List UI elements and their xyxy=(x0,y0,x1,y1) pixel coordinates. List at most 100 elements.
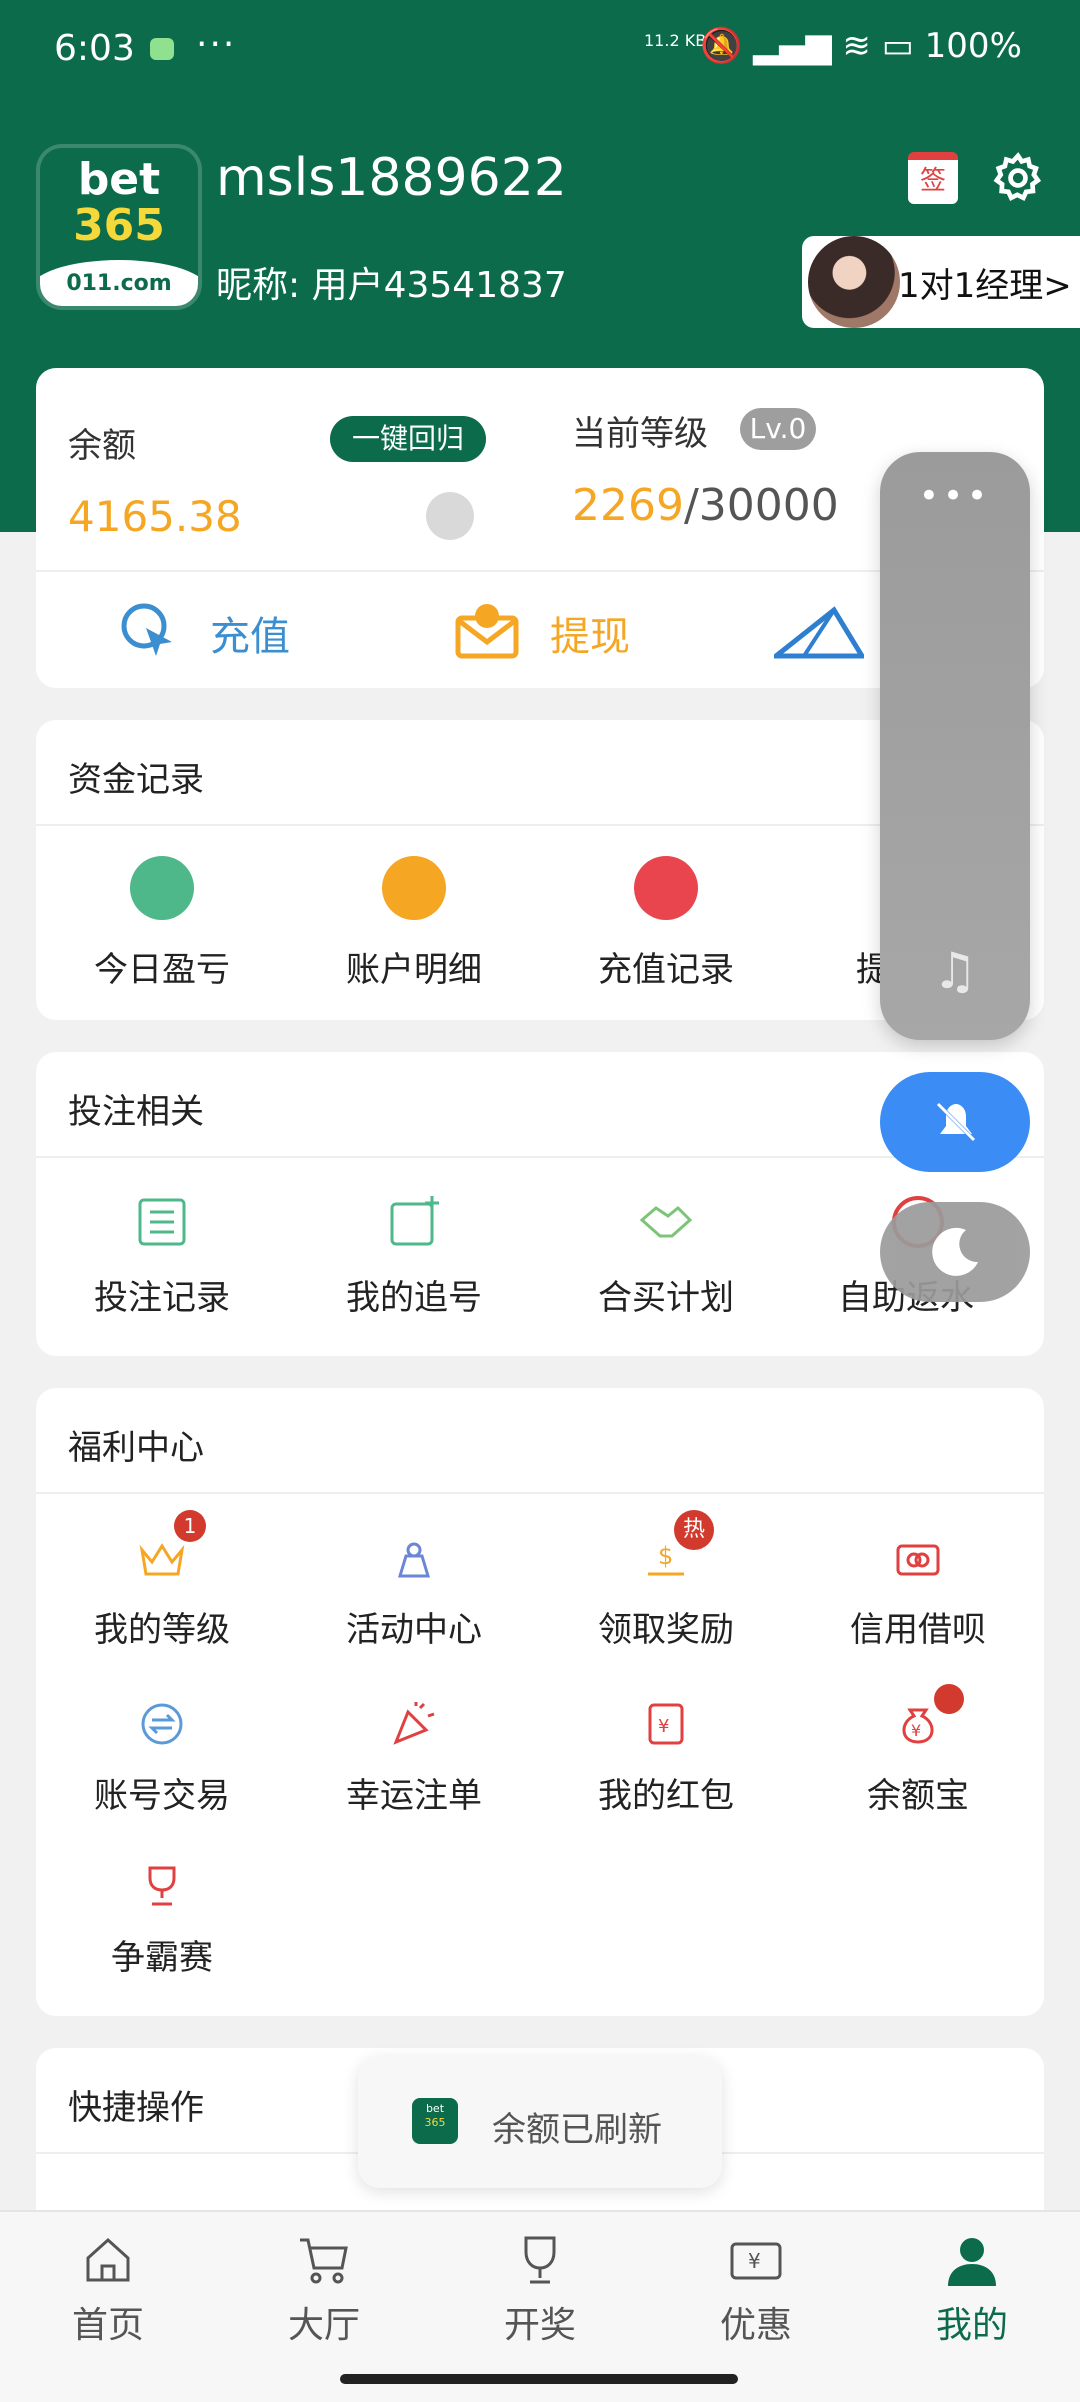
svg-text:¥: ¥ xyxy=(658,1716,669,1737)
cart-icon xyxy=(300,2238,348,2284)
nav-draw[interactable]: 开奖 xyxy=(432,2232,648,2348)
bell-off-icon xyxy=(934,1100,978,1144)
recharge-label: 充值 xyxy=(210,614,290,660)
tournament-item[interactable]: 争霸赛 xyxy=(36,1864,288,1979)
coins-icon xyxy=(634,856,698,920)
one-click-return-button[interactable]: 一键回归 xyxy=(330,416,486,462)
betting-section-title: 投注相关 xyxy=(68,1092,204,1132)
my-chase-label: 我的追号 xyxy=(346,1278,482,1318)
funds-section-title: 资金记录 xyxy=(68,760,204,800)
status-icons: 🔕 ▂▄▆ ≋ ▭ 100% xyxy=(700,26,1022,66)
nav-home[interactable]: 首页 xyxy=(0,2232,216,2348)
welfare-section-title: 福利中心 xyxy=(68,1428,204,1468)
account-detail-label: 账户明细 xyxy=(346,950,482,990)
hot-badge: 热 xyxy=(674,1510,714,1550)
account-manager-button[interactable]: 1对1经理> xyxy=(802,236,1080,328)
floating-media-panel[interactable]: ••• ♫ xyxy=(880,452,1030,1040)
my-chase-item[interactable]: 我的追号 xyxy=(288,1196,540,1319)
credit-loan-label: 信用借呗 xyxy=(850,1610,986,1650)
balance-treasure-label: 余额宝 xyxy=(867,1776,969,1816)
recharge-record-item[interactable]: 充值记录 xyxy=(540,856,792,991)
level-progress: 2269/30000 xyxy=(572,480,839,531)
group-buy-label: 合买计划 xyxy=(598,1278,734,1318)
logo-text-mid: 365 xyxy=(73,200,165,251)
activity-center-label: 活动中心 xyxy=(346,1610,482,1650)
status-time: 6:03 xyxy=(54,28,135,69)
level-label: 当前等级 xyxy=(572,414,708,454)
lucky-bet-label: 幸运注单 xyxy=(346,1776,482,1816)
account-trade-item[interactable]: 账号交易 xyxy=(36,1702,288,1817)
logo-text-bottom: 011.com xyxy=(40,260,198,306)
my-level-item[interactable]: 1 我的等级 xyxy=(36,1510,288,1651)
balance-label: 余额 xyxy=(68,426,136,466)
nickname[interactable]: 昵称: 用户43541837 xyxy=(216,256,567,308)
home-icon xyxy=(86,2237,130,2282)
more-options-icon[interactable]: ••• xyxy=(880,476,1030,516)
my-level-label: 我的等级 xyxy=(94,1610,230,1650)
nav-home-label: 首页 xyxy=(71,2305,144,2346)
level-current: 2269 xyxy=(572,480,684,531)
home-indicator[interactable] xyxy=(340,2374,738,2384)
crown-icon xyxy=(139,1543,185,1576)
nav-lobby-label: 大厅 xyxy=(287,2305,360,2346)
user-icon xyxy=(948,2238,996,2286)
handshake-icon xyxy=(639,1205,693,1238)
nav-draw-label: 开奖 xyxy=(503,2305,576,2346)
withdraw-label: 提现 xyxy=(550,614,630,660)
balance-treasure-item[interactable]: ¥ 余额宝 xyxy=(792,1684,1044,1817)
trophy-icon xyxy=(524,2236,556,2284)
wifi-icon: ≋ xyxy=(842,26,871,66)
level-badge: Lv.0 xyxy=(740,408,816,450)
activity-center-item[interactable]: 活动中心 xyxy=(288,1540,540,1651)
claim-reward-label: 领取奖励 xyxy=(598,1610,734,1650)
nav-promotions-label: 优惠 xyxy=(719,2305,792,2346)
nav-lobby[interactable]: 大厅 xyxy=(216,2232,432,2348)
bet-record-item[interactable]: 投注记录 xyxy=(36,1196,288,1319)
refresh-icon[interactable] xyxy=(426,492,474,540)
sign-in-calendar-icon[interactable]: 签 xyxy=(908,152,958,204)
manager-label: 1对1经理> xyxy=(898,266,1072,306)
svg-text:¥: ¥ xyxy=(748,2249,761,2273)
account-trade-label: 账号交易 xyxy=(94,1776,230,1816)
divider xyxy=(36,1492,1044,1494)
nav-mine[interactable]: 我的 xyxy=(864,2232,1080,2348)
today-profit-label: 今日盈亏 xyxy=(94,950,230,990)
quick-section-title: 快捷操作 xyxy=(68,2088,204,2128)
level-total: /30000 xyxy=(683,480,839,531)
battery-percent: 100% xyxy=(924,26,1022,66)
welfare-center-section: 福利中心 1 我的等级 活动中心 $ 热 领取奖励 信用借呗 账号交易 幸运注单… xyxy=(36,1388,1044,2016)
settings-gear-icon[interactable] xyxy=(990,150,1046,206)
transfer-plane-icon[interactable] xyxy=(774,606,864,662)
gift-hand-icon xyxy=(397,1542,431,1578)
music-note-icon[interactable]: ♫ xyxy=(880,942,1030,1000)
night-mode-toggle[interactable] xyxy=(880,1202,1030,1302)
group-buy-item[interactable]: 合买计划 xyxy=(540,1196,792,1319)
bar-chart-icon xyxy=(130,856,194,920)
money-bag-icon: ¥ xyxy=(902,1708,934,1744)
notification-dot xyxy=(934,1684,964,1714)
status-bar: 6:03 ··· 11.2 KB/s 🔕 ▂▄▆ ≋ ▭ 100% xyxy=(0,0,1080,100)
exchange-icon xyxy=(141,1703,183,1745)
lucky-bet-item[interactable]: 幸运注单 xyxy=(288,1702,540,1817)
party-popper-icon xyxy=(393,1702,435,1745)
level-notification-badge: 1 xyxy=(174,1510,206,1542)
moon-icon xyxy=(932,1227,978,1276)
battery-icon: ▭ xyxy=(881,26,914,66)
credit-loan-item[interactable]: 信用借呗 xyxy=(792,1540,1044,1651)
mute-notification-toggle[interactable] xyxy=(880,1072,1030,1172)
trophy-icon xyxy=(148,1866,176,1906)
nav-promotions[interactable]: ¥ 优惠 xyxy=(648,2232,864,2348)
toast-app-logo: bet 365 xyxy=(412,2098,458,2144)
svg-text:$: $ xyxy=(658,1542,673,1570)
refresh-toast: bet 365 余额已刷新 xyxy=(358,2056,722,2188)
claim-reward-item[interactable]: $ 热 领取奖励 xyxy=(540,1510,792,1651)
today-profit-item[interactable]: 今日盈亏 xyxy=(36,856,288,991)
coupon-icon: ¥ xyxy=(730,2242,782,2280)
recharge-icon xyxy=(121,603,172,656)
bet-record-label: 投注记录 xyxy=(94,1278,230,1318)
red-packet-item[interactable]: ¥ 我的红包 xyxy=(540,1702,792,1817)
red-packet-label: 我的红包 xyxy=(598,1776,734,1816)
account-detail-item[interactable]: 账户明细 xyxy=(288,856,540,991)
add-square-icon xyxy=(390,1196,439,1246)
list-icon xyxy=(138,1198,186,1246)
